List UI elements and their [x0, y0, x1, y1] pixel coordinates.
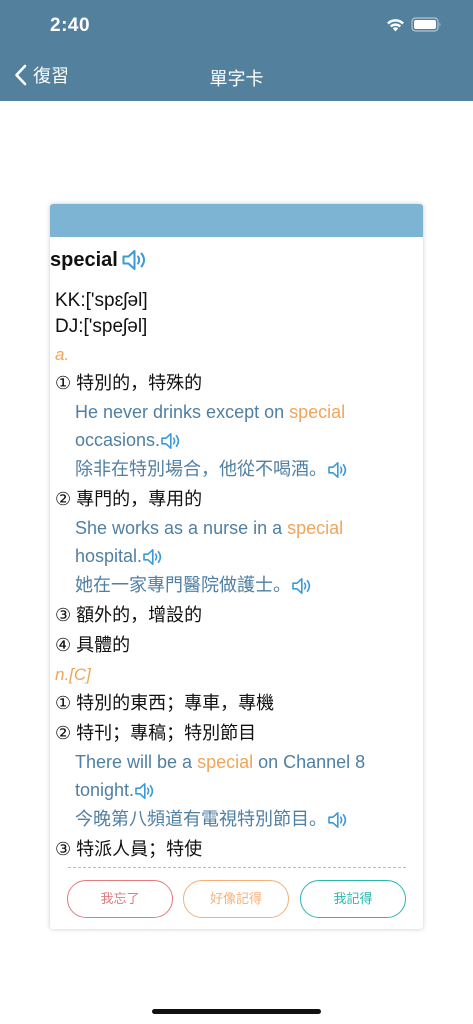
example-text: occasions.: [75, 430, 161, 450]
example-text: She works as a nurse in a: [75, 518, 288, 538]
definition-item: ③ 額外的，增設的: [55, 605, 203, 625]
page-title: 單字卡: [209, 69, 264, 89]
card-header: [50, 204, 423, 237]
example-translation: 除非在特別場合，他從不喝酒。: [75, 459, 327, 479]
example-text: hospital.: [75, 546, 143, 566]
speaker-icon[interactable]: [121, 248, 151, 272]
status-bar: 2:40: [0, 0, 473, 54]
definition-item: ① 特別的，特殊的: [55, 373, 203, 393]
battery-icon: [411, 17, 441, 32]
flashcard: special KK:['spɛʃəl] DJ:['speʃəl] a. ① 特…: [50, 204, 423, 929]
top-bar: 2:40 復習 單字卡: [0, 0, 473, 101]
definition-item: ④ 具體的: [55, 635, 131, 655]
home-indicator[interactable]: [152, 1009, 321, 1014]
example-keyword: special: [289, 402, 346, 422]
example-chinese: 除非在特別場合，他從不喝酒。: [55, 454, 415, 484]
maybe-remember-button[interactable]: 好像記得: [183, 880, 289, 918]
definition-item: ② 特刊；專稿；特別節目: [55, 723, 257, 743]
example-chinese: 她在一家專門醫院做護士。: [55, 570, 415, 600]
example-keyword: special: [287, 518, 344, 538]
wifi-icon: [387, 19, 404, 32]
speaker-icon[interactable]: [160, 431, 184, 451]
pronunciation-dj: DJ:['speʃəl]: [55, 316, 148, 337]
definition-item: ② 專門的，專用的: [55, 489, 203, 509]
example-english: She works as a nurse in a special hospit…: [55, 514, 415, 570]
part-of-speech: a.: [55, 345, 70, 364]
definition-item: ① 特別的東西；專車，專機: [55, 693, 275, 713]
part-of-speech: n.[C]: [55, 665, 91, 684]
speaker-icon[interactable]: [327, 810, 351, 830]
example-translation: 她在一家專門醫院做護士。: [75, 575, 291, 595]
word-row: special: [50, 248, 151, 272]
forgot-button[interactable]: 我忘了: [67, 880, 173, 918]
example-translation: 今晚第八頻道有電視特別節目。: [75, 809, 327, 829]
speaker-icon[interactable]: [142, 547, 166, 567]
navigation-bar: 復習 單字卡: [0, 54, 473, 101]
speaker-icon[interactable]: [327, 460, 351, 480]
example-chinese: 今晚第八頻道有電視特別節目。: [55, 804, 415, 834]
example-english: He never drinks except on special occasi…: [55, 398, 415, 454]
speaker-icon[interactable]: [291, 576, 315, 596]
definition-item: ③ 特派人員；特使: [55, 839, 203, 859]
pronunciation-kk: KK:['spɛʃəl]: [55, 290, 148, 311]
headword: special: [50, 248, 118, 271]
example-text: He never drinks except on: [75, 402, 290, 422]
example-keyword: special: [197, 752, 254, 772]
example-english: There will be a special on Channel 8 ton…: [55, 748, 415, 804]
speaker-icon[interactable]: [134, 781, 158, 801]
definition-content: KK:['spɛʃəl] DJ:['speʃəl] a. ① 特別的，特殊的 H…: [55, 288, 415, 864]
divider: [68, 867, 406, 868]
remember-button[interactable]: 我記得: [300, 880, 406, 918]
status-time: 2:40: [50, 15, 91, 36]
example-text: There will be a: [75, 752, 198, 772]
